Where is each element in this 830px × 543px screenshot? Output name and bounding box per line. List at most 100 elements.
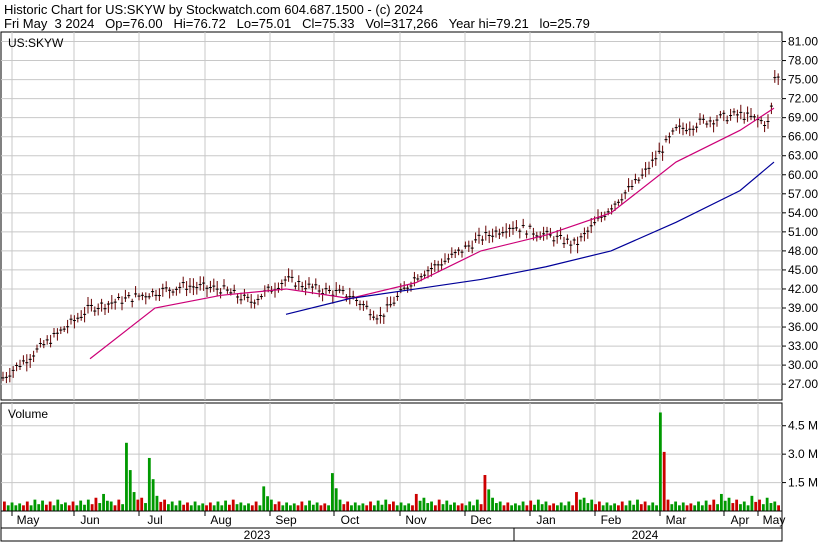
volume-bar xyxy=(498,501,502,511)
volume-bar xyxy=(254,501,258,511)
volume-bar xyxy=(414,493,418,511)
volume-bar xyxy=(178,500,182,511)
volume-bar xyxy=(147,457,151,511)
volume-bar xyxy=(739,504,742,511)
volume-bar xyxy=(624,505,628,511)
chart-header-line1: Historic Chart for US:SKYW by Stockwatch… xyxy=(4,2,423,17)
volume-bar xyxy=(636,499,639,511)
volume-bar xyxy=(308,500,311,511)
volume-bar xyxy=(502,505,506,511)
volume-bar xyxy=(273,504,277,511)
volume-bar xyxy=(617,505,620,511)
chart-header-line2: Fri May 3 2024 Op=76.00 Hi=76.72 Lo=75.0… xyxy=(4,16,590,31)
volume-bar xyxy=(361,503,365,511)
volume-bar xyxy=(590,499,594,511)
volume-bar xyxy=(250,505,254,511)
month-label: Jul xyxy=(147,513,162,527)
volume-bar xyxy=(33,499,37,511)
volume-bar xyxy=(224,500,228,511)
volume-bar xyxy=(548,505,552,511)
volume-bar xyxy=(121,504,125,511)
volume-bar xyxy=(571,505,575,511)
volume-bar xyxy=(441,504,445,511)
month-label: Apr xyxy=(731,513,750,527)
volume-bar xyxy=(113,505,117,511)
volume-bar xyxy=(376,500,380,511)
volume-bar xyxy=(552,503,555,511)
year-label: 2024 xyxy=(632,528,659,542)
volume-bar xyxy=(411,505,414,511)
volume-bar xyxy=(330,473,334,511)
volume-bar xyxy=(708,504,712,511)
volume-bar xyxy=(29,505,33,511)
volume-bar xyxy=(67,505,71,511)
month-label: Aug xyxy=(210,513,231,527)
volume-bar xyxy=(151,479,155,511)
volume-bar xyxy=(605,502,609,511)
volume-bar xyxy=(166,504,170,511)
volume-bar xyxy=(125,442,128,511)
volume-bar xyxy=(296,505,300,511)
price-tick-label: 75.00 xyxy=(788,73,818,87)
volume-bar xyxy=(208,502,212,511)
month-label: Sep xyxy=(275,513,297,527)
volume-bar xyxy=(594,504,597,511)
volume-bar xyxy=(536,499,540,511)
volume-bar xyxy=(769,503,773,511)
volume-bar xyxy=(506,502,510,511)
price-tick-label: 39.00 xyxy=(788,301,818,315)
volume-bar xyxy=(41,500,44,511)
volume-bar xyxy=(620,501,624,511)
volume-bar xyxy=(94,497,98,511)
volume-bar xyxy=(6,505,10,511)
volume-bar xyxy=(479,504,483,511)
volume-bar xyxy=(109,501,113,511)
volume-bar xyxy=(430,501,433,511)
volume-bar xyxy=(426,503,430,511)
volume-bar xyxy=(86,499,90,511)
volume-bar xyxy=(189,505,193,511)
volume-bar xyxy=(212,505,216,511)
volume-bar xyxy=(613,503,617,511)
volume-bar xyxy=(388,504,391,511)
volume-bar xyxy=(216,501,220,511)
volume-bar xyxy=(342,504,346,511)
volume-bar xyxy=(399,502,403,511)
volume-bar xyxy=(357,505,361,511)
volume-bar xyxy=(433,505,437,511)
volume-bar xyxy=(44,504,48,511)
price-axis: 27.00 30.00 33.00 36.00 39.00 42.00 45.00 48.00… xyxy=(782,35,818,391)
volume-axis: 1.5 M 3.0 M 4.5 M xyxy=(782,419,818,490)
volume-bar xyxy=(52,505,56,511)
month-label: Jun xyxy=(80,513,99,527)
volume-bar xyxy=(281,505,285,511)
volume-bar xyxy=(514,503,517,511)
volume-bar xyxy=(247,503,250,511)
volume-bar xyxy=(144,503,147,511)
volume-bar xyxy=(704,500,708,511)
volume-bar xyxy=(449,504,453,511)
volume-bar xyxy=(136,499,140,511)
volume-bar xyxy=(723,500,727,511)
volume-bar xyxy=(90,504,94,511)
volume-bar xyxy=(777,505,780,511)
volume-bar xyxy=(735,499,739,511)
month-label: Oct xyxy=(341,513,360,527)
volume-tick-label: 1.5 M xyxy=(788,476,818,490)
volume-bar xyxy=(220,505,224,511)
volume-bar xyxy=(311,504,315,511)
volume-bar xyxy=(647,505,651,511)
volume-bar xyxy=(758,499,761,511)
volume-bar xyxy=(239,502,243,511)
month-label: Jan xyxy=(536,513,555,527)
price-panel xyxy=(0,31,783,401)
volume-bar xyxy=(18,503,22,511)
volume-bar xyxy=(464,505,468,511)
volume-bar xyxy=(578,499,582,511)
volume-bar xyxy=(228,504,231,511)
price-tick-label: 54.00 xyxy=(788,206,818,220)
price-tick-label: 66.00 xyxy=(788,130,818,144)
volume-bar xyxy=(559,502,563,511)
volume-bar xyxy=(285,502,289,511)
volume-bar xyxy=(510,505,514,511)
